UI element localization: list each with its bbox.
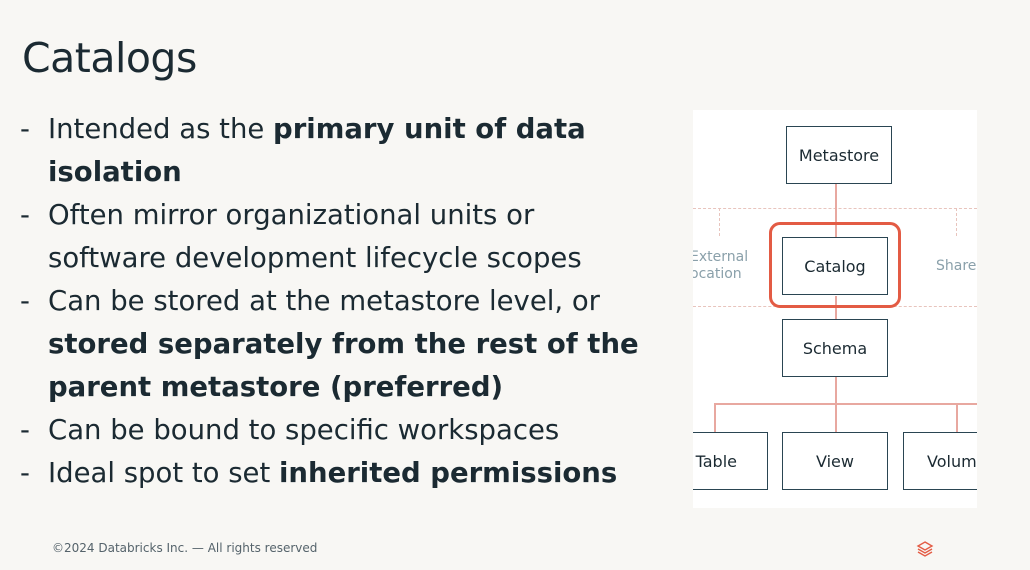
view-node: View (782, 432, 888, 490)
schema-node: Schema (782, 319, 888, 377)
bullet-dash: - (20, 285, 30, 317)
bullet-text: Ideal spot to set (48, 457, 279, 489)
bullet-text: Can be stored at the metastore level, or (48, 285, 600, 317)
connector-schema-children (835, 377, 837, 433)
share-label: Share (936, 258, 977, 274)
copyright-footer: ©2024 Databricks Inc. — All rights reser… (52, 541, 318, 555)
bullet-dash: - (20, 414, 30, 446)
bullet-item: - Often mirror organizational units or so… (20, 194, 660, 280)
bullet-item: - Intended as the primary unit of data is… (20, 108, 660, 194)
bullet-dash: - (20, 199, 30, 231)
bullet-dash: - (20, 457, 30, 489)
bullet-item: - Can be bound to specific workspaces (20, 409, 660, 452)
bullet-list: - Intended as the primary unit of data is… (20, 108, 660, 495)
bullet-item: - Ideal spot to set inherited permissions (20, 452, 660, 495)
bullet-bold-text: stored separately from the rest of the p… (48, 328, 639, 403)
catalog-node: Catalog (782, 237, 888, 295)
slide-title: Catalogs (22, 34, 197, 82)
external-location-label: External ocation (693, 249, 749, 282)
bullet-text: Can be bound to specific workspaces (48, 414, 560, 446)
hierarchy-diagram: Metastore External ocation Share Catalog… (693, 110, 977, 508)
bullet-item: - Can be stored at the metastore level, o… (20, 280, 660, 409)
bullet-dash: - (20, 113, 30, 145)
dashed-divider-left (719, 208, 720, 236)
connector-children-bus (714, 403, 977, 405)
bullet-text: Intended as the (48, 113, 274, 145)
connector-volume (956, 403, 958, 433)
table-node: Table (693, 432, 768, 490)
slide: Catalogs - Intended as the primary unit o… (0, 0, 1030, 570)
metastore-node: Metastore (786, 126, 892, 184)
dashed-divider-right (956, 208, 957, 236)
bullet-text: Often mirror organizational units or sof… (48, 199, 582, 274)
databricks-logo-icon (916, 541, 934, 557)
connector-table (714, 403, 716, 433)
volume-node: Volum (903, 432, 977, 490)
bullet-bold-text: inherited permissions (278, 457, 618, 489)
